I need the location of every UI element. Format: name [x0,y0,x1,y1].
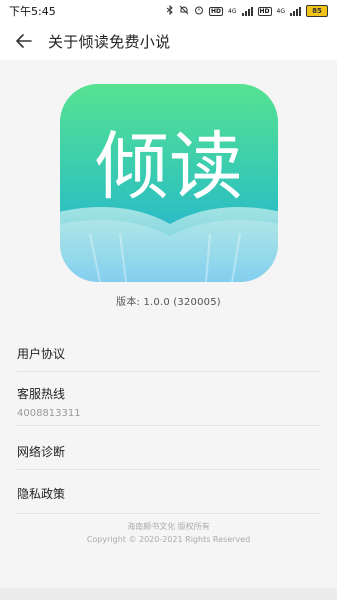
signal-icon-2 [290,6,301,16]
app-logo: 倾读 [60,84,278,282]
settings-menu: 用户协议 客服热线 4008813311 网络诊断 隐私政策 [0,328,337,514]
logo-text: 倾读 [95,124,243,210]
menu-item-label: 客服热线 [17,387,66,401]
copyright-company: 海南颇书文化 版权所有 [127,522,210,531]
copyright-footer: 海南颇书文化 版权所有 Copyright © 2020-2021 Rights… [0,520,337,546]
version-label: 版本: 1.0.0 (320005) [116,297,221,308]
back-arrow-icon [16,34,32,48]
signal-icon [241,6,253,16]
copyright-text: Copyright © 2020-2021 Rights Reserved [86,535,251,544]
status-bar: 下午5:45 HD 4G HD 4G 85 [0,0,337,22]
back-button[interactable] [14,31,34,51]
status-time: 下午5:45 [9,5,56,18]
menu-item-label: 网络诊断 [17,445,66,459]
status-icons: HD 4G HD 4G 85 [166,4,328,18]
menu-item-customer-hotline[interactable]: 客服热线 4008813311 [17,372,320,426]
menu-item-label: 用户协议 [17,347,66,361]
menu-item-user-agreement[interactable]: 用户协议 [17,328,320,372]
network-type-label-2: 4G [276,7,285,15]
hotline-number: 4008813311 [17,408,81,419]
menu-item-label: 隐私政策 [17,487,66,501]
app-header: 关于倾读免费小说 [0,22,337,60]
system-nav-bar [0,588,337,600]
bluetooth-icon [166,4,174,18]
mute-bell-icon [179,5,189,18]
battery-icon: 85 [306,5,328,17]
network-type-label: 4G [228,7,237,15]
menu-item-network-diagnosis[interactable]: 网络诊断 [17,426,320,470]
page-title: 关于倾读免费小说 [48,32,171,51]
hd-badge: HD [209,6,224,16]
alarm-icon [194,5,204,18]
hd-badge-2: HD [257,6,272,16]
menu-item-privacy-policy[interactable]: 隐私政策 [17,470,320,514]
